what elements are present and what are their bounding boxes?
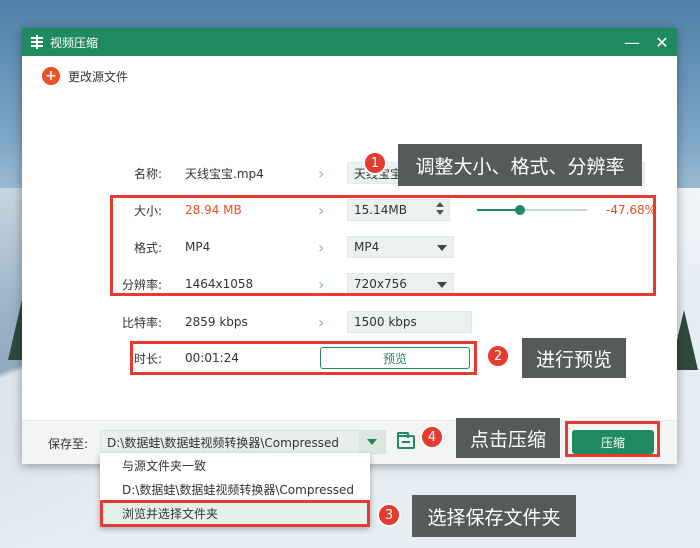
plus-icon: + [42, 67, 60, 85]
title-bar: 视频压缩 — ✕ [22, 28, 677, 56]
bitrate-original: 2859 kbps [185, 315, 248, 329]
callout-badge-1: 1 [363, 151, 387, 175]
annotation-box-browse [100, 500, 370, 527]
close-button[interactable]: ✕ [647, 28, 677, 56]
callout-4: 点击压缩 [456, 418, 560, 458]
bitrate-label: 比特率: [121, 315, 162, 330]
callout-badge-3: 3 [377, 503, 401, 527]
save-path-dropdown-button[interactable] [359, 431, 385, 453]
annotation-box-preview [130, 341, 477, 375]
annotation-box-settings [110, 195, 656, 296]
callout-1: 调整大小、格式、分辨率 [398, 144, 642, 186]
annotation-box-compress [565, 421, 660, 457]
chevron-right-icon: › [318, 163, 325, 183]
callout-badge-4: 4 [420, 425, 444, 449]
chevron-right-icon: › [318, 312, 325, 332]
name-original: 天线宝宝.mp4 [185, 166, 264, 181]
change-source-label: 更改源文件 [68, 69, 129, 84]
menu-item-default-path[interactable]: D:\数据蛙\数据蛙视频转换器\Compressed [100, 477, 370, 501]
row-bitrate: 比特率: 2859 kbps › 1500 kbps [22, 311, 677, 333]
name-label: 名称: [133, 166, 162, 181]
callout-badge-2: 2 [486, 344, 510, 368]
menu-item-same-as-source[interactable]: 与源文件夹一致 [100, 453, 370, 477]
callout-3: 选择保存文件夹 [412, 495, 576, 537]
window-title: 视频压缩 [50, 35, 99, 50]
save-to-label: 保存至: [48, 437, 89, 451]
bitrate-output-value: 1500 kbps [354, 315, 417, 329]
folder-icon[interactable] [397, 432, 415, 449]
save-path-value: D:\数据蛙\数据蛙视频转换器\Compressed [107, 435, 339, 450]
bitrate-field[interactable]: 1500 kbps [347, 311, 472, 333]
app-icon [30, 35, 44, 49]
save-path-select[interactable]: D:\数据蛙\数据蛙视频转换器\Compressed [100, 430, 386, 454]
change-source-button[interactable]: + 更改源文件 [42, 67, 128, 85]
chevron-down-icon [367, 439, 377, 445]
callout-2: 进行预览 [522, 338, 626, 378]
minimize-button[interactable]: — [617, 28, 647, 56]
